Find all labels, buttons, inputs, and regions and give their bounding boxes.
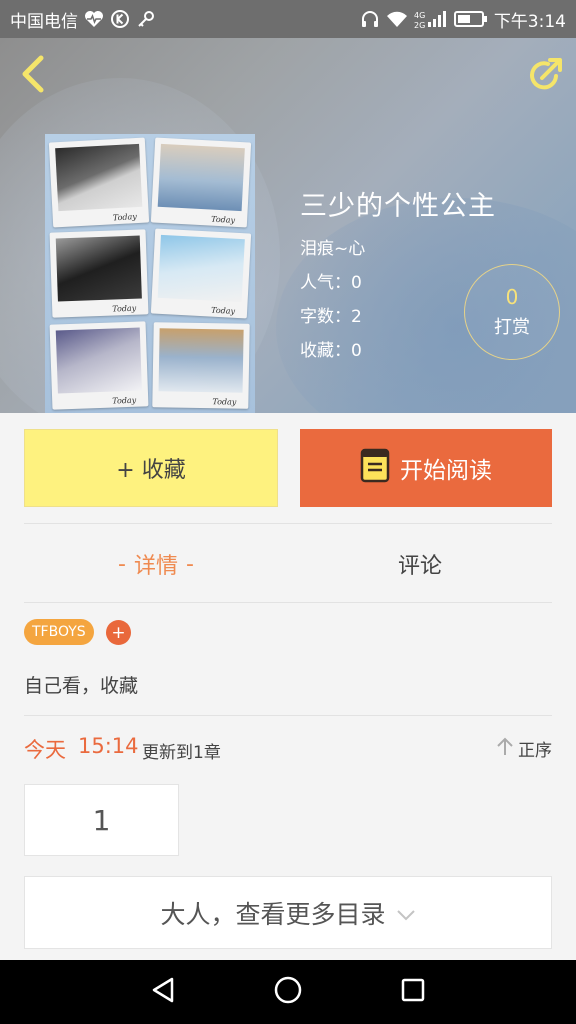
nav-home-button[interactable] [263,967,313,1017]
start-reading-button[interactable]: 开始阅读 [300,429,552,507]
start-reading-label: 开始阅读 [400,458,492,484]
chapter-number: 1 [92,803,111,837]
tag-label: TFBOYS [32,624,86,640]
circle-home-icon [273,975,303,1009]
headphone-icon [360,9,380,29]
book-summary: 自己看，收藏 [24,675,139,697]
back-button[interactable] [12,54,52,98]
add-favorite-label: + 收藏 [116,458,186,483]
share-button[interactable] [524,56,566,98]
add-favorite-button[interactable]: + 收藏 [24,429,278,507]
update-text: 更新到1章 [142,743,221,763]
back-chevron-icon [19,54,45,98]
chapter-item[interactable]: 1 [24,784,179,856]
tab-comments[interactable]: 评论 [288,530,552,598]
divider [24,715,552,716]
cover-photo: Today [150,228,252,320]
view-more-label: 大人，查看更多目录 [160,899,386,929]
add-tag-button[interactable]: + [106,620,131,645]
tip-button[interactable]: 0 打赏 [464,264,560,360]
favorites-stat: 收藏：0 [300,341,362,361]
cover-photo: Today [49,321,149,410]
book-cover[interactable]: Today Today Today Today Today Today [45,134,255,413]
view-more-chapters-button[interactable]: 大人，查看更多目录 [24,876,552,949]
cover-photo: Today [49,229,149,319]
share-icon [526,56,564,98]
cover-photo: Today [150,137,252,228]
signal-icon: 4G 2G [414,9,448,29]
update-time: 15:14 [78,734,139,758]
tip-label: 打赏 [494,317,530,338]
divider [24,523,552,524]
tab-dash: - [186,551,194,577]
triangle-back-icon [150,976,176,1008]
popularity-stat: 人气：0 [300,273,362,293]
heart-pulse-icon [84,10,104,28]
nav-recents-button[interactable] [388,967,438,1017]
word-count-stat: 字数：2 [300,307,362,327]
clock-label: 下午3:14 [493,11,566,32]
book-header: Today Today Today Today Today Today 三少的个… [0,38,576,413]
cover-photo: Today [152,321,250,409]
arrow-up-icon [496,736,514,761]
plus-icon: + [111,622,126,643]
k-circle-icon [110,9,130,29]
system-nav-bar [0,960,576,1024]
carrier-label: 中国电信 [10,11,78,32]
book-title: 三少的个性公主 [300,191,496,222]
divider [24,602,552,603]
nav-back-button[interactable] [138,967,188,1017]
chevron-down-icon [396,898,416,927]
author-name[interactable]: 泪痕~心 [300,234,365,259]
svg-text:4G: 4G [414,11,425,20]
book-icon [360,447,390,489]
tab-details-label: 详情 [133,554,178,579]
square-recents-icon [400,977,426,1007]
sort-order-label: 正序 [518,741,552,761]
battery-icon [453,10,488,28]
tab-dash: - [118,551,126,577]
update-day: 今天 [24,738,66,762]
tag-chip[interactable]: TFBOYS [24,619,94,645]
tab-details[interactable]: - 详情 - [24,530,288,598]
status-bar: 中国电信 4G 2G 下午3:14 [0,0,576,38]
sort-order-button[interactable]: 正序 [496,736,552,761]
tab-comments-label: 评论 [397,554,442,579]
wifi-icon [386,10,408,28]
cover-photo: Today [48,137,150,228]
tip-count: 0 [505,285,519,309]
key-icon [136,9,156,29]
svg-text:2G: 2G [414,21,425,29]
